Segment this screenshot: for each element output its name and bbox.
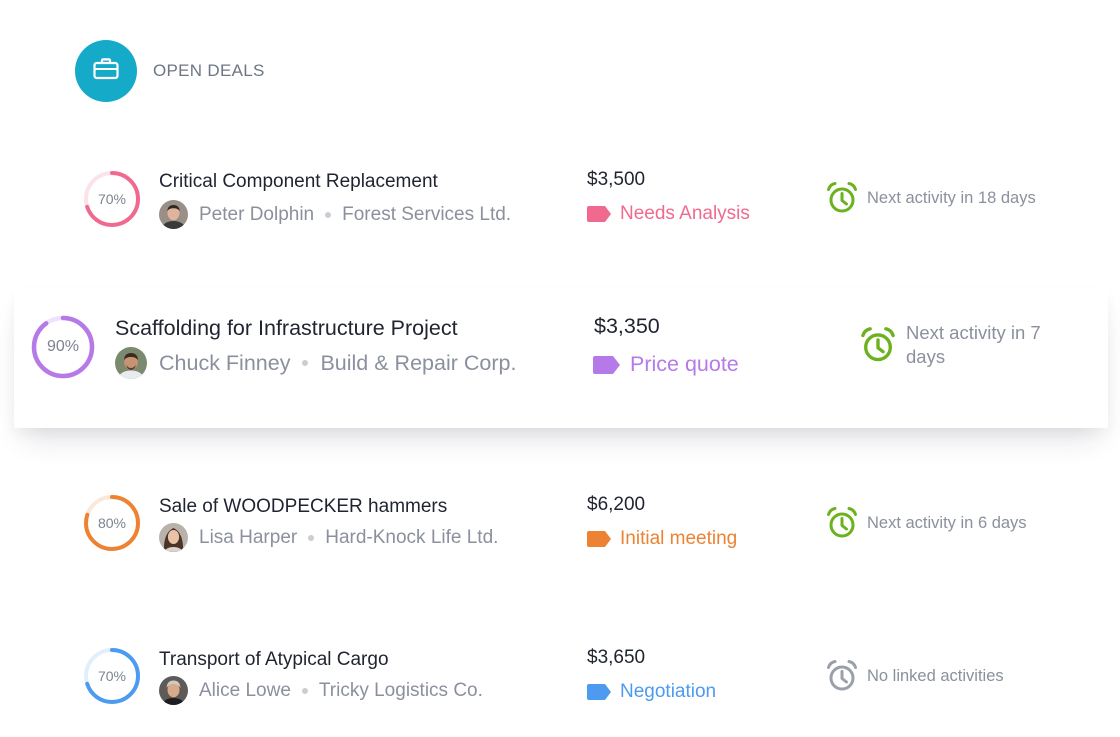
progress-ring: 80% — [83, 494, 141, 552]
progress-percent: 90% — [46, 338, 80, 355]
stage-label: Initial meeting — [620, 528, 738, 549]
deal-row[interactable]: 90% Scaffolding for Infrastructure Proje… — [0, 314, 1120, 380]
separator-dot — [301, 687, 308, 694]
company-name[interactable]: Tricky Logistics Co. — [319, 680, 483, 702]
briefcase-icon — [92, 57, 120, 86]
deal-meta: Alice Lowe Tricky Logistics Co. — [159, 676, 483, 705]
deal-amount: $3,650 — [587, 647, 646, 668]
activity-text: Next activity in 7 days — [906, 322, 1041, 367]
company-name[interactable]: Build & Repair Corp. — [320, 351, 516, 376]
activity-text: Next activity in 6 days — [867, 513, 1027, 532]
avatar[interactable] — [159, 676, 188, 705]
activity-status[interactable]: Next activity in 6 days — [825, 506, 1027, 540]
tag-icon — [587, 531, 611, 547]
progress-percent: 80% — [97, 515, 127, 531]
activity-status[interactable]: No linked activities — [825, 659, 1004, 693]
briefcase-badge — [75, 40, 137, 102]
stage-badge[interactable]: Price quote — [593, 352, 739, 377]
activity-text: No linked activities — [867, 666, 1004, 685]
progress-ring: 90% — [31, 315, 95, 379]
deal-title[interactable]: Critical Component Replacement — [159, 171, 438, 193]
deal-amount: $6,200 — [587, 494, 646, 515]
deal-meta: Chuck Finney Build & Repair Corp. — [115, 347, 516, 379]
stage-label: Negotiation — [620, 681, 717, 702]
deal-row[interactable]: 70% Transport of Atypical Cargo Alice Lo… — [0, 646, 1120, 706]
contact-name[interactable]: Lisa Harper — [199, 527, 297, 549]
progress-ring: 70% — [83, 647, 141, 705]
avatar[interactable] — [159, 200, 188, 229]
separator-dot — [302, 360, 309, 366]
activity-status[interactable]: Next activity in 18 days — [825, 181, 1036, 215]
deal-title[interactable]: Sale of WOODPECKER hammers — [159, 496, 447, 518]
deal-meta: Peter Dolphin Forest Services Ltd. — [159, 200, 511, 229]
company-name[interactable]: Hard-Knock Life Ltd. — [325, 527, 498, 549]
progress-percent: 70% — [97, 191, 127, 207]
progress-percent: 70% — [97, 668, 127, 684]
deal-row[interactable]: 80% Sale of WOODPECKER hammers Lisa Harp… — [0, 493, 1120, 553]
activity-text: Next activity in 18 days — [867, 188, 1036, 207]
deal-meta: Lisa Harper Hard-Knock Life Ltd. — [159, 523, 498, 552]
separator-dot — [325, 211, 332, 218]
alarm-clock-icon — [825, 659, 859, 693]
deal-title[interactable]: Scaffolding for Infrastructure Project — [115, 316, 458, 341]
tag-icon — [587, 206, 611, 222]
deal-amount: $3,500 — [587, 169, 646, 190]
alarm-clock-icon — [859, 326, 897, 364]
contact-name[interactable]: Chuck Finney — [159, 351, 290, 376]
avatar[interactable] — [115, 347, 147, 379]
avatar[interactable] — [159, 523, 188, 552]
tag-icon — [593, 355, 620, 374]
separator-dot — [308, 534, 315, 541]
open-deals-header: OPEN DEALS — [75, 40, 265, 102]
tag-icon — [587, 684, 611, 700]
stage-badge[interactable]: Initial meeting — [587, 528, 737, 550]
deal-title[interactable]: Transport of Atypical Cargo — [159, 649, 389, 671]
company-name[interactable]: Forest Services Ltd. — [342, 204, 511, 226]
alarm-clock-icon — [825, 506, 859, 540]
stage-badge[interactable]: Negotiation — [587, 681, 716, 703]
page-title: OPEN DEALS — [153, 61, 265, 80]
stage-label: Price quote — [630, 352, 739, 376]
stage-label: Needs Analysis — [620, 203, 750, 224]
alarm-clock-icon — [825, 181, 859, 215]
deal-row[interactable]: 70% Critical Component Replacement Peter… — [0, 168, 1120, 229]
progress-ring: 70% — [83, 170, 141, 228]
contact-name[interactable]: Peter Dolphin — [199, 204, 314, 226]
activity-status[interactable]: Next activity in 7 days — [859, 321, 1066, 369]
stage-badge[interactable]: Needs Analysis — [587, 203, 750, 225]
deal-amount: $3,350 — [594, 314, 660, 338]
contact-name[interactable]: Alice Lowe — [199, 680, 291, 702]
